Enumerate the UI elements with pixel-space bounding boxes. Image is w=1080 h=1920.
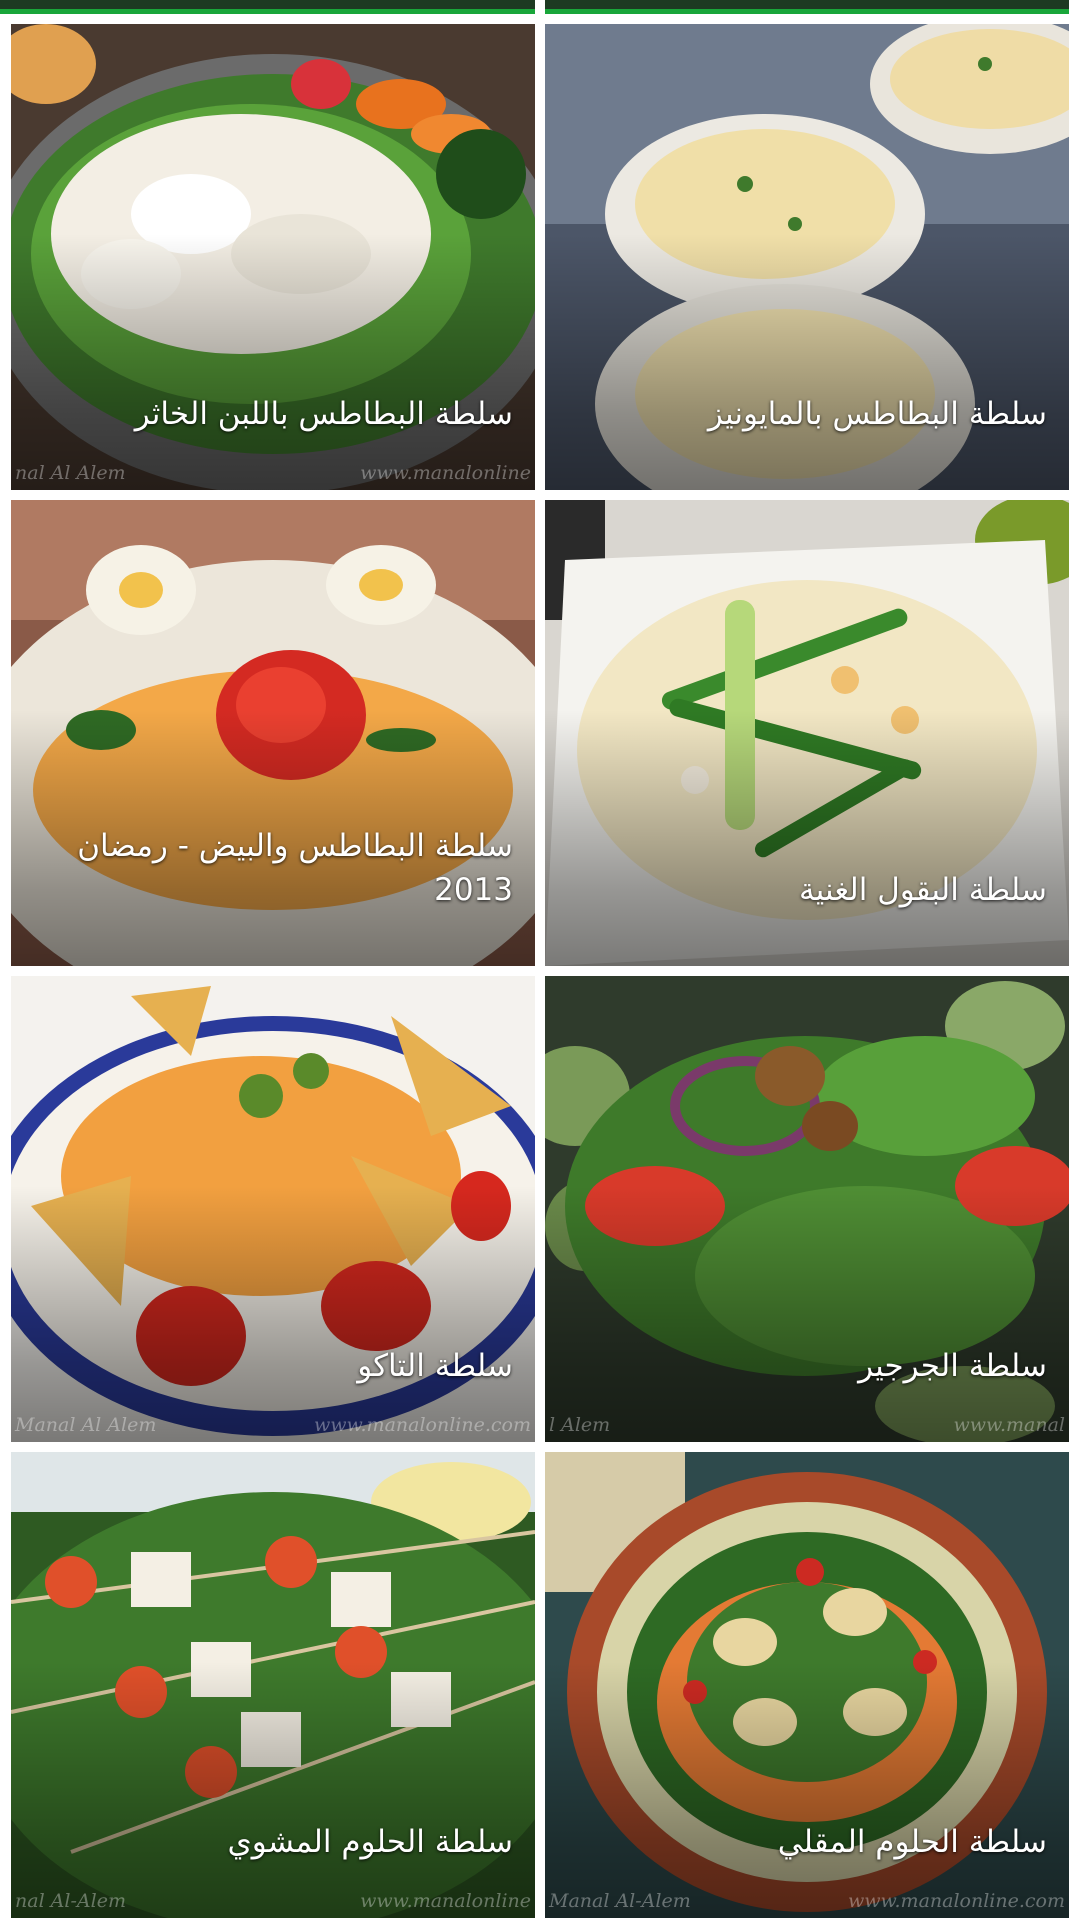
recipe-card[interactable]: سلطة الحلوم المقلي Manal Al-Alem www.man… [545, 1452, 1069, 1918]
recipe-card[interactable]: سلطة البطاطس باللبن الخاثر nal Al Alem w… [11, 24, 535, 490]
tab-indicator-right [545, 0, 1069, 14]
recipe-title: سلطة البطاطس بالمايونيز [707, 396, 1047, 432]
watermark: www.manalonline [360, 462, 531, 484]
caption-shade [545, 709, 1069, 966]
caption-shade [545, 233, 1069, 490]
watermark: www.manalonline.com [847, 1890, 1065, 1912]
recipe-title: سلطة التاكو [357, 1348, 513, 1384]
recipe-card[interactable]: سلطة البقول الغنية [545, 500, 1069, 966]
caption-shade [11, 233, 535, 490]
watermark: Manal Al Alem [15, 1414, 157, 1436]
caption-shade [545, 1661, 1069, 1918]
recipe-title: سلطة الحلوم المشوي [227, 1824, 513, 1860]
watermark: www.manalonline [360, 1890, 531, 1912]
recipe-card[interactable]: سلطة البطاطس بالمايونيز [545, 24, 1069, 490]
recipe-title: سلطة البطاطس والبيض - رمضان 2013 [77, 828, 513, 908]
recipe-title: سلطة الجرجير [858, 1348, 1047, 1384]
recipe-grid: سلطة البطاطس باللبن الخاثر nal Al Alem w… [11, 24, 1069, 1920]
watermark: www.manalonline.com [313, 1414, 531, 1436]
watermark: Manal Al-Alem [549, 1890, 691, 1912]
watermark: l Alem [549, 1414, 611, 1436]
recipe-title: سلطة الحلوم المقلي [777, 1824, 1047, 1860]
watermark: nal Al Alem [15, 462, 126, 484]
caption-shade [11, 1185, 535, 1442]
caption-shade [545, 1185, 1069, 1442]
recipe-card[interactable]: سلطة الجرجير l Alem www.manal [545, 976, 1069, 1442]
tab-indicator-left [0, 0, 535, 14]
recipe-title: سلطة البطاطس باللبن الخاثر [134, 396, 513, 432]
top-tab-indicator [0, 0, 1080, 14]
recipe-title: سلطة البقول الغنية [799, 872, 1047, 908]
recipe-card[interactable]: سلطة البطاطس والبيض - رمضان 2013 [11, 500, 535, 966]
watermark: www.manal [953, 1414, 1065, 1436]
caption-shade [11, 1661, 535, 1918]
recipe-card[interactable]: سلطة الحلوم المشوي nal Al-Alem www.manal… [11, 1452, 535, 1918]
watermark: nal Al-Alem [15, 1890, 126, 1912]
recipe-card[interactable]: سلطة التاكو Manal Al Alem www.manalonlin… [11, 976, 535, 1442]
